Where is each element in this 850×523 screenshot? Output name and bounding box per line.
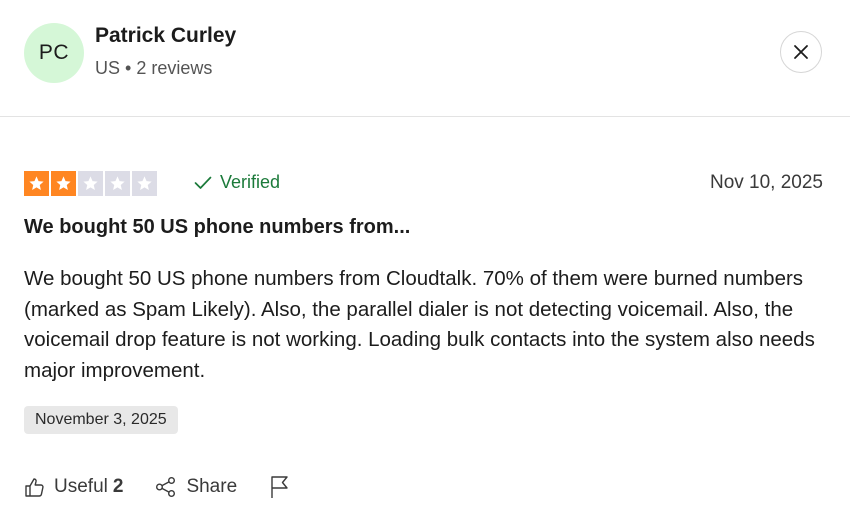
- reviewer-name[interactable]: Patrick Curley: [95, 24, 236, 48]
- star-empty: [105, 171, 130, 196]
- flag-icon: [271, 476, 288, 498]
- verified-badge: Verified: [194, 172, 280, 193]
- star-rating: [24, 171, 157, 196]
- close-button[interactable]: [780, 31, 822, 73]
- star-empty: [78, 171, 103, 196]
- share-icon: [156, 477, 176, 497]
- thumbs-up-icon: [25, 477, 44, 497]
- reviewer-header: PC Patrick Curley US • 2 reviews: [0, 0, 850, 117]
- verified-label: Verified: [220, 172, 281, 192]
- review-body: We bought 50 US phone numbers from Cloud…: [24, 267, 815, 382]
- star-empty: [132, 171, 157, 196]
- reviewer-review-count: 2 reviews: [136, 58, 213, 78]
- meta-separator: •: [125, 58, 132, 78]
- useful-count: 2: [112, 476, 124, 497]
- review-title[interactable]: We bought 50 US phone numbers from...: [24, 216, 410, 239]
- close-icon: [794, 45, 808, 59]
- useful-label: Useful: [54, 476, 108, 497]
- star-filled: [51, 171, 76, 196]
- share-label: Share: [186, 476, 238, 497]
- reviewer-meta: US • 2 reviews: [95, 58, 212, 79]
- review-date: Nov 10, 2025: [709, 172, 823, 193]
- review-actions: Useful 2 Share: [24, 475, 290, 499]
- checkmark-icon: [194, 176, 212, 189]
- reviewer-country: US: [95, 58, 121, 78]
- experience-date-badge: November 3, 2025: [24, 406, 178, 434]
- star-filled: [24, 171, 49, 196]
- useful-button[interactable]: Useful 2: [24, 476, 123, 498]
- avatar: PC: [24, 23, 84, 83]
- share-button[interactable]: Share: [155, 476, 237, 498]
- report-button[interactable]: [270, 475, 290, 499]
